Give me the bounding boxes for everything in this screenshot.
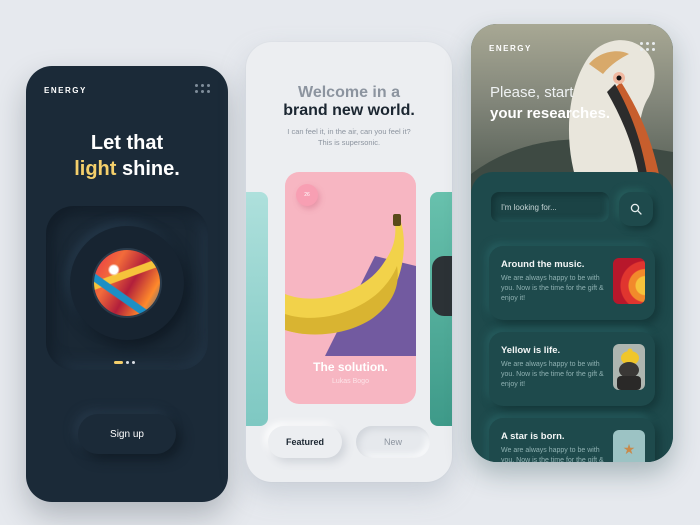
star-thumbnail: ★ xyxy=(613,430,645,462)
heart-icon[interactable]: 26 xyxy=(296,184,318,206)
phone-research: ENERGY Please, start your researches. Ar… xyxy=(471,24,673,462)
page-title: Let that light shine. xyxy=(26,130,228,182)
pager-dot-active[interactable] xyxy=(114,361,123,364)
item-title: A star is born. xyxy=(501,431,565,442)
heading-line1: Please, start xyxy=(490,84,574,101)
next-card-peek[interactable] xyxy=(430,192,452,426)
card-author: Lukas Bogo xyxy=(332,378,369,385)
welcome-title-line2: brand new world. xyxy=(283,102,415,119)
list-item[interactable]: Around the music. We are always happy to… xyxy=(489,246,655,320)
list-item[interactable]: Yellow is life. We are always happy to b… xyxy=(489,332,655,406)
pager-dot[interactable] xyxy=(132,361,135,364)
banana-illustration xyxy=(285,214,416,356)
headline-line1: Let that xyxy=(90,132,164,154)
phone-energy-intro: ENERGY Let that light shine. Sign up xyxy=(26,66,228,502)
search-icon xyxy=(630,203,642,215)
brand-logo: ENERGY xyxy=(489,44,532,53)
item-description: We are always happy to be with you. Now … xyxy=(501,361,604,388)
subtitle-line2: This is supersonic. xyxy=(317,138,381,147)
search-button[interactable] xyxy=(619,192,653,226)
menu-grid-icon[interactable] xyxy=(640,42,655,51)
brand-logo: ENERGY xyxy=(44,86,87,95)
phone-welcome: Welcome in a brand new world. I can feel… xyxy=(246,42,452,482)
abstract-artwork-image xyxy=(94,250,160,316)
heading-line2: your researches. xyxy=(490,105,611,122)
yellow-hat-thumbnail xyxy=(613,344,645,390)
like-count: 26 xyxy=(304,192,310,198)
carousel-pager[interactable] xyxy=(114,361,135,364)
pager-dot[interactable] xyxy=(126,361,129,364)
item-title: Yellow is life. xyxy=(501,345,561,356)
card-title: The solution. xyxy=(313,360,388,374)
welcome-subtitle: I can feel it, in the air, can you feel … xyxy=(266,126,432,148)
item-description: We are always happy to be with you. Now … xyxy=(501,275,604,302)
search-input[interactable] xyxy=(491,192,609,222)
headline-accent: light xyxy=(74,158,117,180)
headline-rest: shine. xyxy=(116,158,180,180)
previous-card-peek[interactable] xyxy=(246,192,268,426)
subtitle-line1: I can feel it, in the air, can you feel … xyxy=(287,127,411,136)
item-description: We are always happy to be with you. Now … xyxy=(501,447,604,462)
item-title: Around the music. xyxy=(501,259,585,270)
featured-card[interactable]: 26 The solution. Lukas Bogo xyxy=(285,172,416,404)
tab-new[interactable]: New xyxy=(356,426,430,458)
list-item[interactable]: A star is born. We are always happy to b… xyxy=(489,418,655,462)
welcome-title-line1: Welcome in a xyxy=(298,84,400,101)
tab-featured[interactable]: Featured xyxy=(268,426,342,458)
signup-button[interactable]: Sign up xyxy=(78,414,176,454)
menu-grid-icon[interactable] xyxy=(195,84,210,93)
music-art-thumbnail xyxy=(613,258,645,304)
headline-line2: light shine. xyxy=(26,156,228,182)
